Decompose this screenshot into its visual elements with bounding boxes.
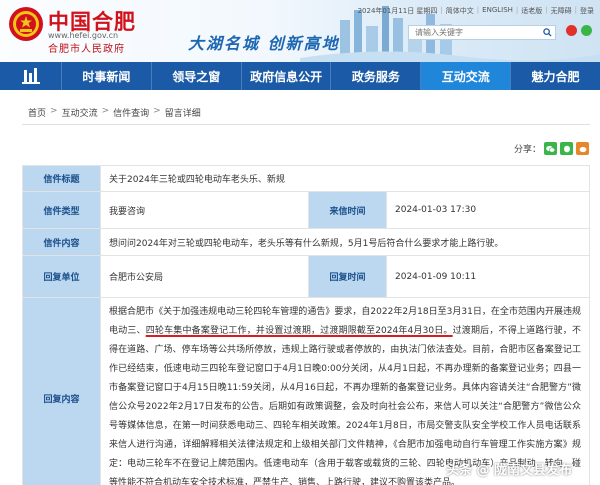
share-wechat-icon[interactable] [544,142,558,155]
emblem-icon [9,7,43,41]
breadcrumb-interaction[interactable]: 互动交流 [62,106,98,119]
unit-label: 回复单位 [22,255,101,298]
site-subtitle: 合肥市人民政府 [48,44,125,55]
search-icon[interactable] [539,26,555,39]
breadcrumb: 首页 > 互动交流 > 信件查询 > 留言详细 [28,106,201,119]
nav-charm-hefei[interactable]: 魅力合肥 [511,62,600,90]
search-input[interactable] [409,28,539,37]
content-label: 信件内容 [22,228,101,256]
title-value: 关于2024年三轮或四轮电动车老头乐、新规 [100,165,590,192]
breadcrumb-letter-query[interactable]: 信件查询 [113,106,149,119]
table-row: 回复单位 合肥市公安局 回复时间 2024-01-09 10:11 [22,255,590,298]
table-row: 信件标题 关于2024年三轮或四轮电动车老头乐、新规 [22,165,590,192]
date-label: 来信时间 [308,191,387,229]
login-link[interactable]: 登录 [580,6,594,16]
watermark-text: 头条 @ 陇南文县发布 [446,463,573,478]
reply-text-underlined: 四轮车集中备案登记工作，并设置过渡期，过渡期限截至2024年4月30日。 [145,326,453,336]
content-value: 想问问2024年对三轮或四轮电动车，老头乐等有什么新规，5月1号后符合什么要求才… [100,228,590,256]
slogan: 大湖名城 创新高地 [188,34,340,53]
nav-gov-info[interactable]: 政府信息公开 [242,62,332,90]
home-icon[interactable] [0,62,62,90]
type-value: 我要咨询 [100,191,309,229]
share-qq-icon[interactable] [560,142,574,155]
date-text: 2024年01月11日 星期四 [357,7,438,15]
reply-content: 根据合肥市《关于加强违规电动三轮四轮车管理的通告》要求，自2022年2月18日至… [100,297,590,485]
nav-news[interactable]: 时事新闻 [62,62,152,90]
type-label: 信件类型 [22,191,101,229]
nav-interaction[interactable]: 互动交流 [421,62,512,90]
social-links [566,25,592,36]
search-box [408,25,556,40]
nav-leaders[interactable]: 领导之窗 [152,62,242,90]
weibo-icon[interactable] [566,25,577,36]
lang-english-link[interactable]: ENGLISH [482,6,513,16]
reply-label: 回复内容 [22,297,101,485]
table-row: 信件内容 想问问2024年对三轮或四轮电动车，老头乐等有什么新规，5月1号后符合… [22,228,590,256]
accessibility-link[interactable]: 无障碍 [551,6,572,16]
breadcrumb-home[interactable]: 首页 [28,106,46,119]
site-url: www.hefei.gov.cn [48,31,119,40]
reply-date-value: 2024-01-09 10:11 [386,255,590,298]
table-row: 回复内容 根据合肥市《关于加强违规电动三轮四轮车管理的通告》要求，自2022年2… [22,297,590,485]
share-label: 分享： [514,145,542,155]
letter-detail-table: 信件标题 关于2024年三轮或四轮电动车老头乐、新规 信件类型 我要咨询 来信时… [22,165,590,485]
share-weibo-icon[interactable] [576,142,590,155]
unit-value: 合肥市公安局 [100,255,309,298]
nav-services[interactable]: 政务服务 [331,62,422,90]
lang-chinese-link[interactable]: 简体中文 [446,6,474,16]
divider [22,124,590,125]
share-bar: 分享： [514,142,590,155]
date-value: 2024-01-03 17:30 [386,191,590,229]
site-header: 中国合肥 www.hefei.gov.cn 合肥市人民政府 大湖名城 创新高地 … [0,0,600,62]
reply-date-label: 回复时间 [308,255,387,298]
title-label: 信件标题 [22,165,101,192]
elderly-mode-link[interactable]: 适老版 [521,6,542,16]
top-utility-bar: 2024年01月11日 星期四 | 简体中文 | ENGLISH | 适老版 |… [357,6,594,16]
wechat-icon[interactable] [581,25,592,36]
breadcrumb-current: 留言详细 [164,109,201,119]
watermark: 头条 @ 陇南文县发布 [446,459,572,478]
table-row: 信件类型 我要咨询 来信时间 2024-01-03 17:30 [22,191,590,229]
main-nav: 时事新闻 领导之窗 政府信息公开 政务服务 互动交流 魅力合肥 [0,62,600,90]
